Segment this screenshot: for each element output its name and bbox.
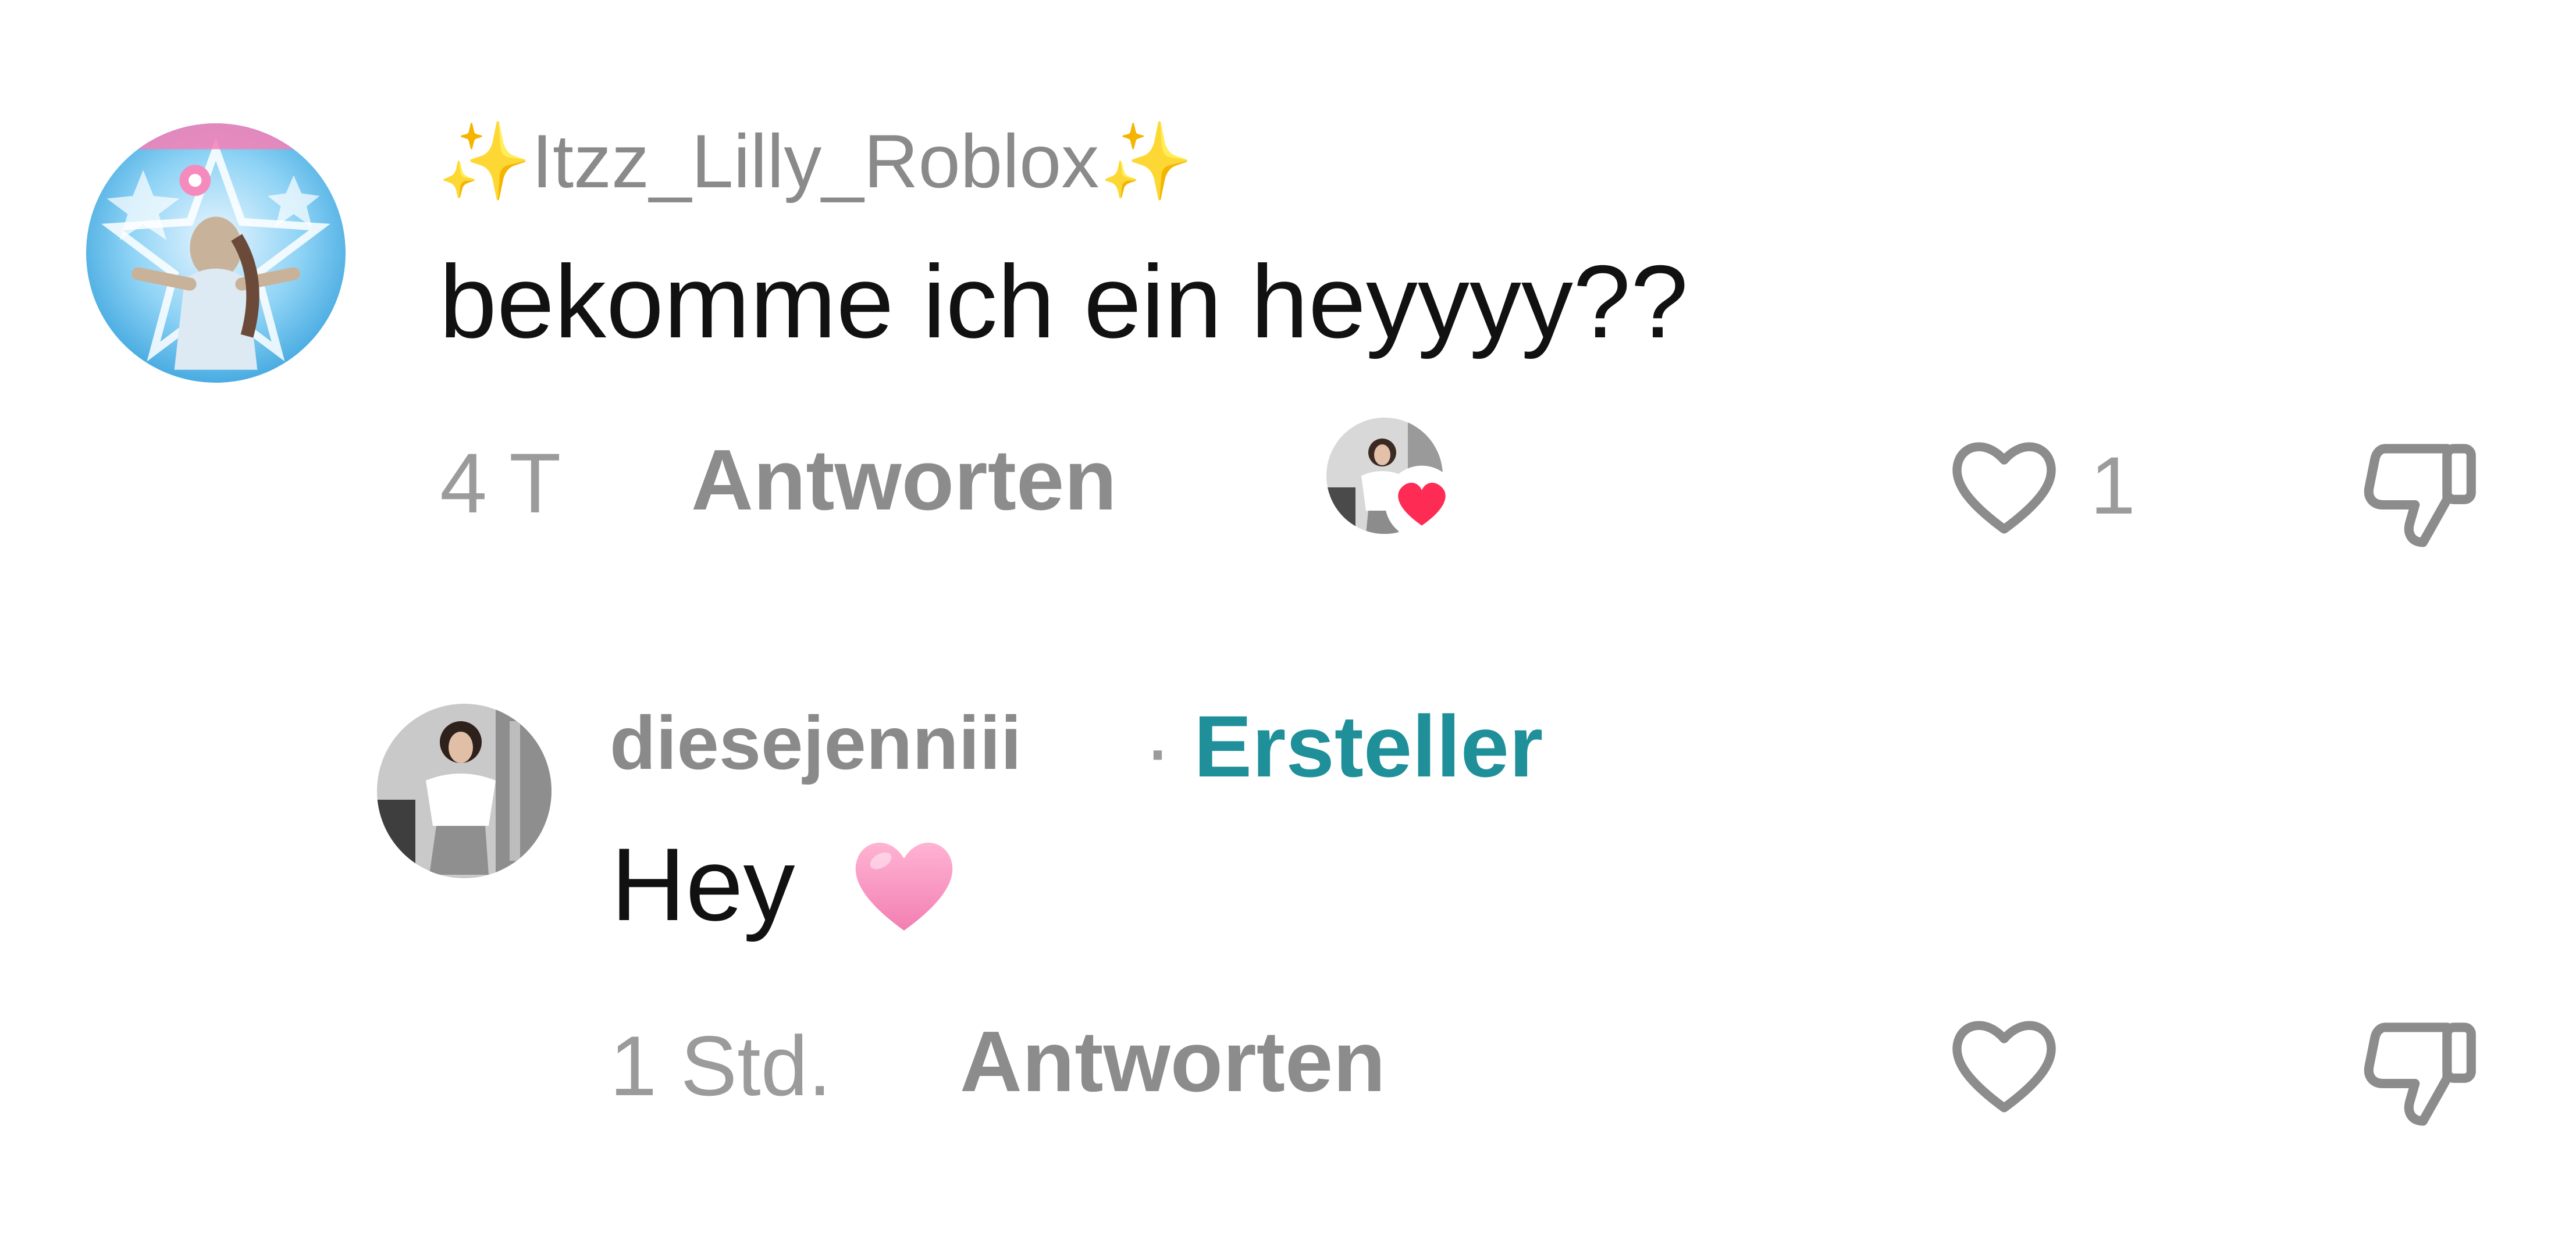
thumbs-down-icon[interactable]	[2356, 425, 2490, 558]
commenter-avatar[interactable]	[86, 123, 346, 383]
like-count: 1	[2090, 440, 2136, 531]
heart-filled-icon	[1383, 464, 1460, 541]
comment-timestamp: 4 T	[440, 436, 561, 530]
heart-outline-icon[interactable]	[1940, 422, 2068, 550]
pink-heart-emoji	[842, 826, 966, 942]
name-separator: ·	[1143, 700, 1172, 797]
heart-outline-icon[interactable]	[1940, 1000, 2068, 1128]
comment-text: bekomme ich ein heyyyy??	[439, 244, 1688, 359]
reply-button[interactable]: Antworten	[691, 437, 1117, 523]
reply-author-avatar[interactable]	[377, 704, 552, 878]
commenter-username[interactable]: ✨Itzz_Lilly_Roblox✨	[437, 123, 1193, 199]
reply-button[interactable]: Antworten	[960, 1019, 1386, 1105]
avatar-image	[377, 704, 552, 878]
reply-author-username[interactable]: diesejenniii	[610, 705, 1022, 781]
avatar-image	[86, 123, 346, 383]
thumbs-down-icon[interactable]	[2356, 1003, 2490, 1137]
reply-timestamp: 1 Std.	[610, 1018, 832, 1113]
creator-badge: Ersteller	[1194, 697, 1543, 795]
reply-text: Hey	[611, 826, 795, 942]
